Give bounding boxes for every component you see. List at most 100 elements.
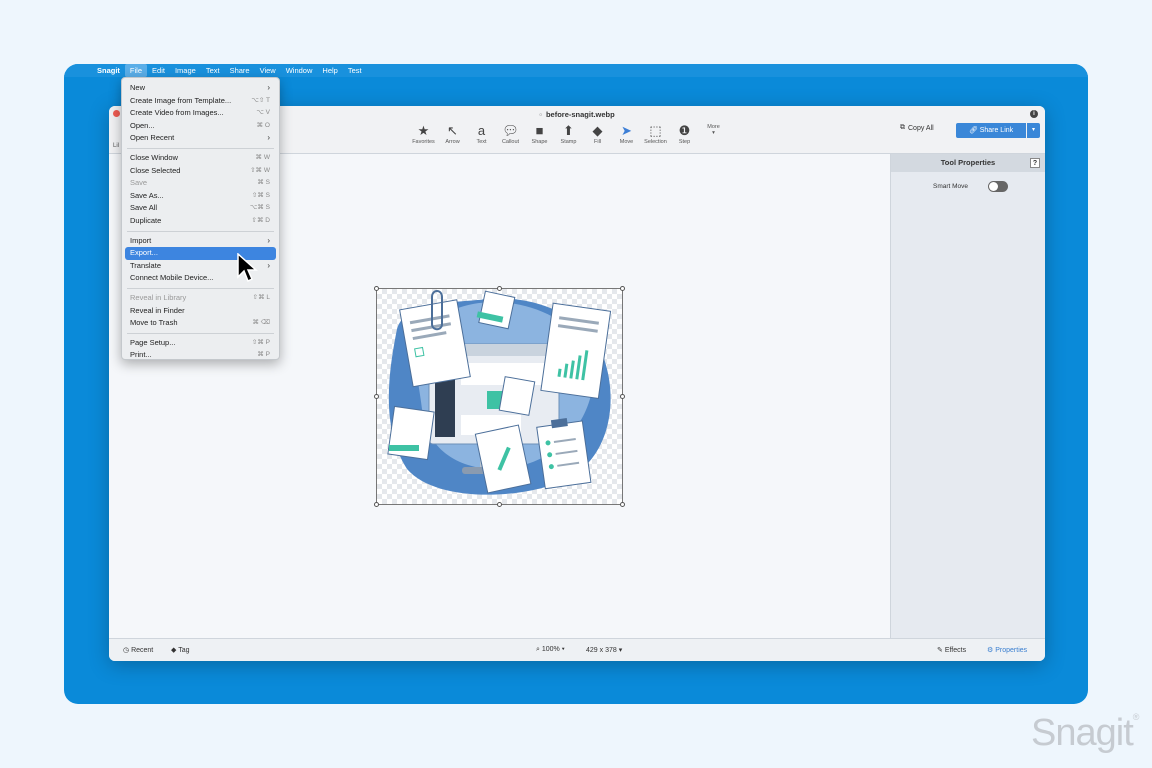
- menu-item-shortcut: ⇧⌘ L: [252, 293, 270, 301]
- resize-handle[interactable]: [374, 286, 379, 291]
- menu-item-label: Save: [130, 178, 148, 188]
- tool-callout[interactable]: 💬︎ Callout: [496, 122, 525, 145]
- copy-all-label: Copy All: [908, 124, 934, 132]
- menu-item-print[interactable]: Print... ⌘ P: [122, 349, 279, 362]
- menu-item-reveal-in-finder[interactable]: Reveal in Finder: [122, 305, 279, 318]
- apple-icon[interactable]: [74, 64, 84, 77]
- menu-share[interactable]: Share: [225, 64, 255, 77]
- share-link-label: Share Link: [979, 127, 1014, 134]
- menu-window[interactable]: Window: [281, 64, 318, 77]
- menu-item-duplicate[interactable]: Duplicate ⇧⌘ D: [122, 215, 279, 228]
- properties-label: Properties: [995, 647, 1028, 654]
- menu-item-create-image-from-template[interactable]: Create Image from Template... ⌥⇧ T: [122, 95, 279, 108]
- tool-step[interactable]: ❶ Step: [670, 122, 699, 145]
- menu-item-close-window[interactable]: Close Window ⌘ W: [122, 152, 279, 165]
- menu-item-save-as[interactable]: Save As... ⇧⌘ S: [122, 190, 279, 203]
- tool-fill[interactable]: ◆ Fill: [583, 122, 612, 145]
- menu-item-shortcut: ⌥ V: [256, 109, 270, 117]
- menu-item-label: Reveal in Library: [130, 292, 187, 302]
- resize-handle[interactable]: [497, 502, 502, 507]
- menu-item-shortcut: ⌥⌘ S: [249, 204, 270, 212]
- menu-item-move-to-trash[interactable]: Move to Trash ⌘ ⌫: [122, 317, 279, 330]
- copy-all-button[interactable]: ⧉ Copy All: [900, 124, 934, 132]
- menu-item-import[interactable]: Import ›: [122, 235, 279, 248]
- image-size-value: 429 x 378: [586, 647, 617, 654]
- mouse-cursor-icon: [237, 253, 258, 283]
- chevron-down-icon: ▾: [1031, 127, 1035, 133]
- text-icon: a: [477, 123, 486, 138]
- menu-separator: [127, 287, 274, 289]
- menu-item-label: Open...: [130, 120, 155, 130]
- resize-handle[interactable]: [374, 502, 379, 507]
- tag-label: Tag: [178, 647, 190, 654]
- document-icon: ▫: [539, 110, 542, 119]
- chevron-down-icon: ▾: [616, 647, 623, 654]
- menu-item-close-selected[interactable]: Close Selected ⇧⌘ W: [122, 165, 279, 178]
- menu-view[interactable]: View: [255, 64, 281, 77]
- window-title-text: before-snagit.webp: [545, 110, 615, 119]
- chevron-right-icon: ›: [267, 83, 270, 92]
- menu-image[interactable]: Image: [170, 64, 201, 77]
- menu-edit[interactable]: Edit: [147, 64, 170, 77]
- menu-item-label: Page Setup...: [130, 337, 176, 347]
- tag-button[interactable]: ◆ Tag: [171, 646, 190, 654]
- menu-item-label: Print...: [130, 350, 152, 360]
- smart-move-toggle[interactable]: [988, 181, 1008, 192]
- info-icon[interactable]: i: [1030, 110, 1038, 118]
- arrow-icon: ↖: [447, 123, 458, 138]
- menu-item-shortcut: ⇧⌘ P: [251, 338, 270, 346]
- zoom-control[interactable]: ⌕ 100% ▾: [536, 646, 565, 654]
- image-size-control[interactable]: 429 x 378 ▾: [586, 646, 622, 654]
- tool-stamp[interactable]: ⬆ Stamp: [554, 122, 583, 145]
- effects-label: Effects: [944, 647, 967, 654]
- menu-item-create-video-from-images[interactable]: Create Video from Images... ⌥ V: [122, 107, 279, 120]
- gear-icon: ⚙: [987, 647, 996, 654]
- menu-test[interactable]: Test: [343, 64, 367, 77]
- tool-selection[interactable]: ⬚ Selection: [641, 122, 670, 145]
- resize-handle[interactable]: [497, 286, 502, 291]
- tool-shape[interactable]: ■ Shape: [525, 122, 554, 145]
- menu-item-new[interactable]: New ›: [122, 82, 279, 95]
- menu-item-page-setup[interactable]: Page Setup... ⇧⌘ P: [122, 337, 279, 350]
- menu-item-save: Save ⌘ S: [122, 177, 279, 190]
- menu-item-open-recent[interactable]: Open Recent ›: [122, 132, 279, 145]
- tool-label: Selection: [644, 139, 667, 145]
- menu-item-label: Move to Trash: [130, 318, 178, 328]
- menu-item-save-all[interactable]: Save All ⌥⌘ S: [122, 202, 279, 215]
- tool-label: Shape: [531, 139, 548, 145]
- help-button[interactable]: ?: [1030, 158, 1040, 168]
- menu-file[interactable]: File: [124, 64, 148, 77]
- more-tools-button[interactable]: More ▾: [699, 122, 728, 145]
- resize-handle[interactable]: [620, 502, 625, 507]
- menu-item-open[interactable]: Open... ⌘ O: [122, 120, 279, 133]
- share-dropdown-button[interactable]: ▾: [1027, 123, 1040, 138]
- effects-button[interactable]: ✎ Effects: [937, 646, 966, 654]
- resize-handle[interactable]: [374, 394, 379, 399]
- library-stub[interactable]: Lil: [113, 143, 119, 149]
- tool-label: Favorites: [412, 139, 435, 145]
- callout-icon: 💬︎: [502, 123, 519, 138]
- resize-handle[interactable]: [620, 394, 625, 399]
- tool-move[interactable]: ➤ Move: [612, 122, 641, 145]
- menu-text[interactable]: Text: [201, 64, 225, 77]
- resize-handle[interactable]: [620, 286, 625, 291]
- recent-button[interactable]: ◷ Recent: [123, 646, 153, 654]
- tool-arrow[interactable]: ↖ Arrow: [438, 122, 467, 145]
- canvas-image[interactable]: [374, 286, 625, 507]
- tool-text[interactable]: a Text: [467, 122, 496, 145]
- menu-item-label: Close Window: [130, 152, 178, 162]
- menu-item-label: Connect Mobile Device...: [130, 273, 214, 283]
- tool-favorites[interactable]: ★ Favorites: [409, 122, 438, 145]
- properties-panel: Tool Properties ? Smart Move: [890, 154, 1045, 638]
- share-link-button[interactable]: 🔗︎ Share Link: [956, 123, 1026, 138]
- menu-help[interactable]: Help: [317, 64, 342, 77]
- properties-button[interactable]: ⚙ Properties: [987, 646, 1027, 654]
- menu-item-shortcut: ⌘ S: [257, 179, 270, 187]
- menu-item-shortcut: ⇧⌘ W: [250, 166, 270, 174]
- shape-icon: ■: [535, 123, 544, 138]
- menu-item-label: Duplicate: [130, 215, 162, 225]
- clock-icon: ◷: [123, 647, 132, 654]
- menu-item-shortcut: ⌘ ⌫: [252, 319, 271, 327]
- menu-item-shortcut: ⌘ P: [257, 351, 270, 359]
- menu-app-name[interactable]: Snagit: [92, 64, 125, 77]
